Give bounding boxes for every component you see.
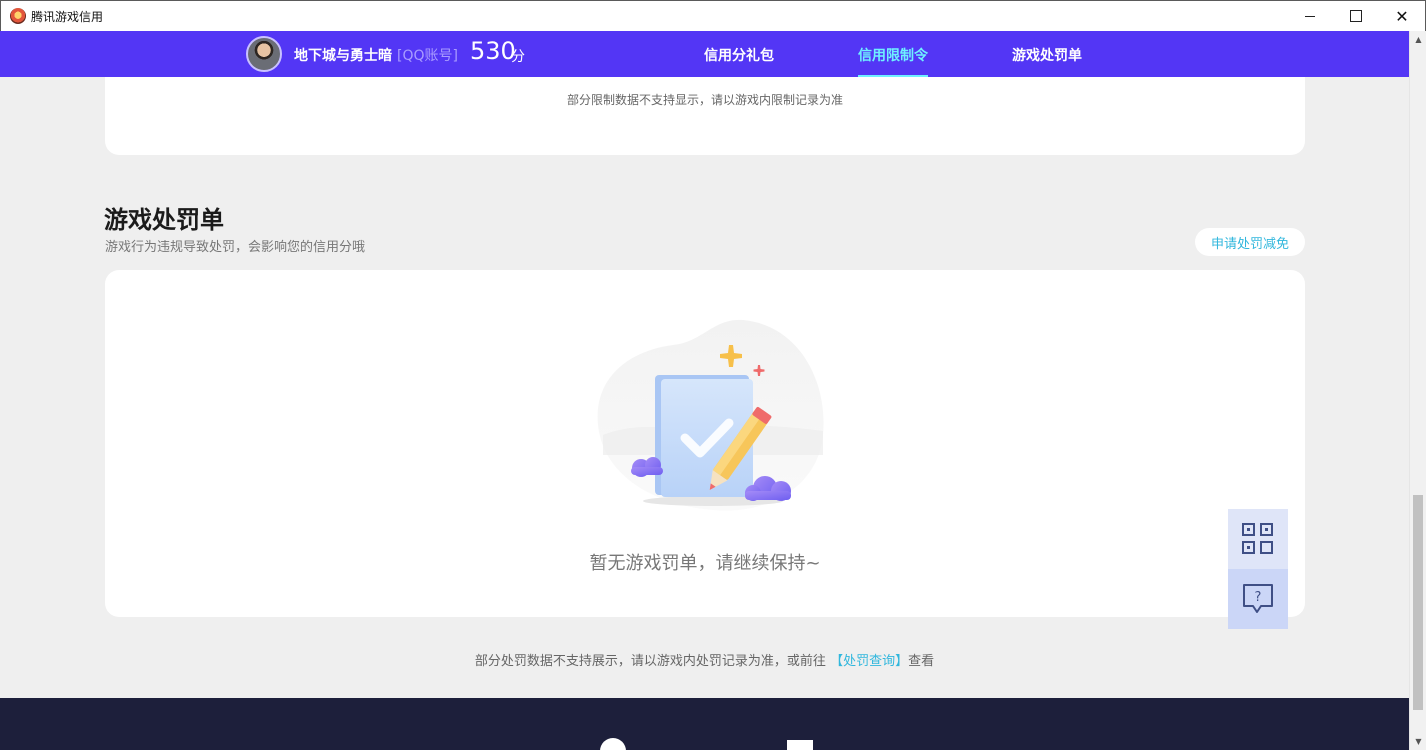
apply-penalty-reduction-button[interactable]: 申请处罚减免 xyxy=(1195,228,1305,256)
penalty-query-link[interactable]: 【处罚查询】 xyxy=(830,654,908,669)
window-titlebar: 腾讯游戏信用 ✕ xyxy=(0,0,1426,31)
game-name: 地下城与勇士暗 xyxy=(294,48,392,64)
close-icon[interactable]: ✕ xyxy=(1379,1,1425,31)
scroll-down-icon[interactable]: ▼ xyxy=(1410,733,1426,750)
tencent-game-credit-app-icon xyxy=(10,8,26,24)
footer-note-prefix: 部分处罚数据不支持展示，请以游戏内处罚记录为准，或前往 xyxy=(474,654,826,669)
maximize-icon[interactable] xyxy=(1333,1,1379,31)
window-title: 腾讯游戏信用 xyxy=(31,9,104,24)
tab-credit-restriction[interactable]: 信用限制令 xyxy=(858,45,928,77)
top-navbar: 地下城与勇士暗 [QQ账号] 530 分 信用分礼包 信用限制令 游戏处罚单 xyxy=(0,31,1426,77)
footer-mascot-icon xyxy=(600,738,626,750)
footer-note-suffix: 查看 xyxy=(908,654,935,669)
scroll-thumb[interactable] xyxy=(1413,495,1423,710)
tab-game-penalty[interactable]: 游戏处罚单 xyxy=(1012,45,1082,77)
tab-credit-gift[interactable]: 信用分礼包 xyxy=(704,45,774,77)
window-controls: ✕ xyxy=(1287,1,1425,31)
page-footer xyxy=(0,698,1409,750)
credit-score: 530 xyxy=(470,37,516,65)
section-subtitle: 游戏行为违规导致处罚，会影响您的信用分哦 xyxy=(105,240,366,255)
section-title: 游戏处罚单 xyxy=(104,206,224,234)
qr-code-icon xyxy=(1242,523,1273,554)
help-glyph: ? xyxy=(1255,590,1262,605)
qr-code-button[interactable] xyxy=(1228,509,1288,569)
scroll-up-icon[interactable]: ▲ xyxy=(1410,31,1426,48)
vertical-scrollbar[interactable]: ▲ ▼ xyxy=(1409,31,1426,750)
minimize-icon[interactable] xyxy=(1287,1,1333,31)
help-button[interactable]: ? xyxy=(1228,569,1288,629)
empty-state-text: 暂无游戏罚单，请继续保持~ xyxy=(589,553,821,574)
footer-logo-icon xyxy=(787,740,813,750)
restriction-note: 部分限制数据不支持显示，请以游戏内限制记录为准 xyxy=(566,93,843,107)
help-question-icon: ? xyxy=(1243,584,1273,613)
credit-score-unit: 分 xyxy=(511,49,525,65)
penalty-footer-note: 部分处罚数据不支持展示，请以游戏内处罚记录为准，或前往 【处罚查询】查看 xyxy=(0,650,1409,669)
restriction-card: 部分限制数据不支持显示，请以游戏内限制记录为准 xyxy=(105,77,1305,155)
avatar[interactable] xyxy=(246,36,282,72)
penalty-empty-card: 暂无游戏罚单，请继续保持~ xyxy=(105,270,1305,617)
notepad-pencil-illustration xyxy=(597,319,824,511)
account-type: [QQ账号] xyxy=(397,48,458,64)
